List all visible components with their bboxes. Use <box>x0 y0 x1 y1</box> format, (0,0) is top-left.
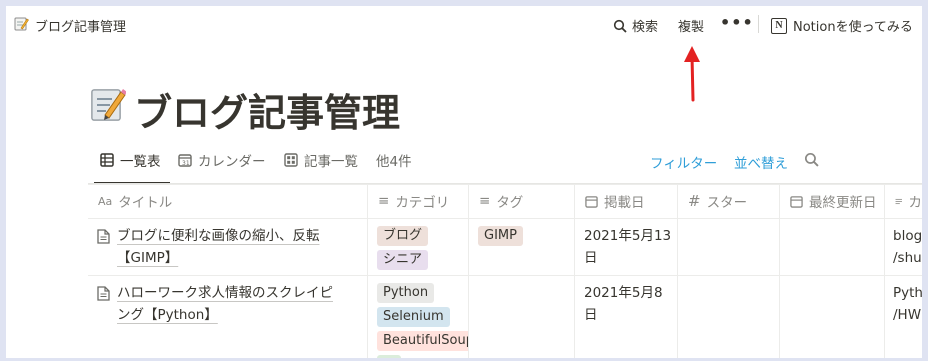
date-text: 2021年5月8 <box>584 285 663 301</box>
column-header-star[interactable]: # スター <box>678 184 780 218</box>
column-label: カ <box>908 195 923 211</box>
page-title: ブログ記事管理 <box>134 91 401 135</box>
more-views-button[interactable]: 他4件 <box>376 150 412 170</box>
notion-logo-icon: N <box>771 17 787 34</box>
tag-badge: ブログ <box>377 226 429 246</box>
table-cell-url[interactable]: Pytho /HWp <box>885 276 922 358</box>
tab-gallery-view[interactable]: 記事一覧 <box>284 150 358 170</box>
column-header-category[interactable]: ≡ カテゴリ <box>368 184 469 218</box>
gallery-icon <box>284 153 298 167</box>
url-text: /HWp <box>893 307 922 323</box>
table-cell-last-edited[interactable] <box>780 219 885 275</box>
divider <box>758 15 759 33</box>
breadcrumb-title[interactable]: ブログ記事管理 <box>35 16 126 35</box>
column-header-last-edited[interactable]: 最終更新日 <box>780 184 885 218</box>
table-cell-category[interactable]: Python Selenium BeautifulSoup IT <box>368 276 469 358</box>
tag-badge: シニア <box>377 250 429 270</box>
search-button[interactable]: 検索 <box>613 16 658 35</box>
calendar-icon <box>790 195 803 208</box>
filter-button[interactable]: フィルター <box>650 152 717 172</box>
url-text: Pytho <box>893 285 922 301</box>
duplicate-button[interactable]: 複製 <box>678 16 704 35</box>
number-property-icon: # <box>688 192 701 210</box>
multi-select-icon: ≡ <box>378 193 390 209</box>
top-bar: ブログ記事管理 検索 複製 ••• N Notionを使ってみる <box>6 6 922 42</box>
row-title-line: ハローワーク求人情報のスクレイピ <box>117 285 333 301</box>
column-label: 最終更新日 <box>809 195 877 211</box>
tab-table-view[interactable]: 一覧表 <box>100 150 161 170</box>
more-options-button[interactable]: ••• <box>720 13 754 32</box>
sort-button[interactable]: 並べ替え <box>734 152 788 172</box>
calendar-icon: 31 <box>178 154 192 167</box>
search-label: 検索 <box>632 20 659 35</box>
tag-badge: IT <box>377 355 401 358</box>
search-icon <box>613 19 627 33</box>
column-header-title[interactable]: Aa タイトル <box>88 184 368 218</box>
row-title-line: 【GIMP】 <box>117 250 179 266</box>
notion-window: ブログ記事管理 検索 複製 ••• N Notionを使ってみる ブログ記事管理 <box>6 6 922 358</box>
red-arrow-annotation <box>684 46 700 102</box>
column-label: タイトル <box>118 195 173 211</box>
column-header-published-date[interactable]: 掲載日 <box>575 184 678 218</box>
svg-text:31: 31 <box>182 160 190 167</box>
memo-icon <box>91 89 126 121</box>
date-text: 日 <box>584 307 598 323</box>
try-notion-label: Notionを使ってみる <box>793 20 913 35</box>
table-row-title[interactable]: ブログに便利な画像の縮小、反転 【GIMP】 <box>88 219 368 275</box>
table-icon <box>100 153 114 167</box>
tag-badge: Python <box>377 283 435 303</box>
try-notion-button[interactable]: N Notionを使ってみる <box>771 16 913 35</box>
document-icon <box>97 286 110 301</box>
table-row-title[interactable]: ハローワーク求人情報のスクレイピ ング【Python】 <box>88 276 368 358</box>
date-text: 2021年5月13 <box>584 228 672 244</box>
table-cell-url[interactable]: blog/( /shuk <box>885 219 922 275</box>
column-label: カテゴリ <box>395 195 450 211</box>
memo-icon <box>14 17 29 31</box>
column-header-url[interactable]: カ <box>885 184 922 218</box>
tag-badge: GIMP <box>478 226 523 246</box>
table-cell-category[interactable]: ブログ シニア <box>368 219 469 275</box>
tag-badge: BeautifulSoup <box>377 331 468 351</box>
multi-select-icon: ≡ <box>479 193 491 209</box>
text-property-icon: Aa <box>98 194 113 208</box>
search-icon[interactable] <box>804 152 819 167</box>
row-title-line: ブログに便利な画像の縮小、反転 <box>117 228 320 244</box>
table-cell-published-date[interactable]: 2021年5月8 日 <box>575 276 678 358</box>
tab-label: 一覧表 <box>120 154 161 170</box>
column-label: タグ <box>496 195 524 211</box>
table-cell-published-date[interactable]: 2021年5月13 日 <box>575 219 678 275</box>
tab-label: カレンダー <box>198 154 266 170</box>
url-text: blog/( <box>893 228 922 244</box>
tag-badge: Selenium <box>377 307 450 327</box>
table-cell-last-edited[interactable] <box>780 276 885 358</box>
document-icon <box>97 229 110 244</box>
row-title-line: ング【Python】 <box>117 307 218 323</box>
table-cell-star[interactable] <box>678 276 780 358</box>
column-label: 掲載日 <box>604 195 645 211</box>
calendar-icon <box>585 195 598 208</box>
table-cell-star[interactable] <box>678 219 780 275</box>
tab-calendar-view[interactable]: 31 カレンダー <box>178 150 266 170</box>
text-lines-icon <box>895 198 902 204</box>
column-label: スター <box>706 195 748 211</box>
column-header-tags[interactable]: ≡ タグ <box>469 184 575 218</box>
table-cell-tags[interactable]: GIMP <box>469 219 575 275</box>
date-text: 日 <box>584 250 598 266</box>
tab-label: 記事一覧 <box>304 154 358 170</box>
table-cell-tags[interactable] <box>469 276 575 358</box>
url-text: /shuk <box>893 250 922 266</box>
